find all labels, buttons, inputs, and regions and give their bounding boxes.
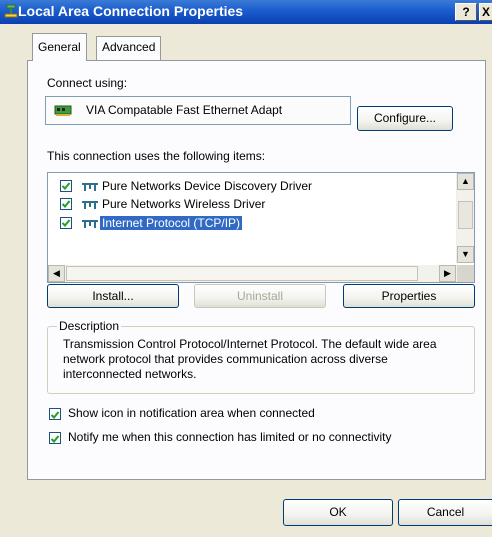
notify-label[interactable]: Notify me when this connection has limit… <box>68 430 392 444</box>
network-adapter-icon <box>54 104 74 118</box>
cancel-button[interactable]: Cancel <box>398 499 492 526</box>
scroll-corner <box>457 265 474 282</box>
install-button[interactable]: Install... <box>47 284 179 308</box>
network-component-icon <box>81 181 99 193</box>
ok-button[interactable]: OK <box>283 499 393 526</box>
show-icon-checkbox[interactable] <box>49 408 61 420</box>
scroll-left-icon[interactable]: ◀ <box>48 265 65 282</box>
adapter-name: VIA Compatable Fast Ethernet Adapt <box>86 103 283 117</box>
uninstall-button[interactable]: Uninstall <box>194 284 326 308</box>
notify-checkbox[interactable] <box>49 432 61 444</box>
list-item[interactable]: Pure Networks Wireless Driver <box>48 196 448 214</box>
adapter-field: VIA Compatable Fast Ethernet Adapt <box>45 96 351 125</box>
network-component-icon <box>81 218 99 230</box>
network-component-icon <box>81 199 99 211</box>
items-label: This connection uses the following items… <box>47 149 266 163</box>
description-text: Transmission Control Protocol/Internet P… <box>63 337 437 381</box>
item-label: Pure Networks Wireless Driver <box>102 197 266 211</box>
vertical-scrollbar[interactable]: ▲ ▼ <box>456 173 474 263</box>
properties-button[interactable]: Properties <box>343 284 475 308</box>
close-button[interactable]: X <box>479 3 492 21</box>
item-label-selected: Internet Protocol (TCP/IP) <box>100 216 243 230</box>
properties-dialog: Local Area Connection Properties ? X Gen… <box>0 0 492 537</box>
scroll-right-icon[interactable]: ▶ <box>439 265 456 282</box>
scroll-up-icon[interactable]: ▲ <box>457 173 474 190</box>
horizontal-scrollbar[interactable]: ◀ ▶ <box>48 265 457 282</box>
help-button[interactable]: ? <box>455 3 477 21</box>
connect-using-label: Connect using: <box>47 76 128 90</box>
item-label: Pure Networks Device Discovery Driver <box>102 179 313 193</box>
list-item[interactable]: Internet Protocol (TCP/IP) <box>48 215 448 233</box>
components-list[interactable]: Pure Networks Device Discovery Driver Pu… <box>47 172 475 283</box>
show-icon-label[interactable]: Show icon in notification area when conn… <box>68 406 315 420</box>
tab-advanced[interactable]: Advanced <box>96 36 162 60</box>
horizontal-scroll-thumb[interactable] <box>66 266 418 281</box>
tab-general[interactable]: General <box>32 33 87 61</box>
scroll-down-icon[interactable]: ▼ <box>457 246 474 263</box>
item-checkbox[interactable] <box>60 217 72 229</box>
vertical-scroll-thumb[interactable] <box>458 201 473 229</box>
description-legend: Description <box>57 319 122 333</box>
list-item[interactable]: Pure Networks Device Discovery Driver <box>48 178 448 196</box>
item-checkbox[interactable] <box>60 198 72 210</box>
window-title: Local Area Connection Properties <box>18 3 244 19</box>
title-bar[interactable]: Local Area Connection Properties ? X <box>0 0 492 24</box>
item-checkbox[interactable] <box>60 180 72 192</box>
configure-button[interactable]: Configure... <box>357 106 453 131</box>
